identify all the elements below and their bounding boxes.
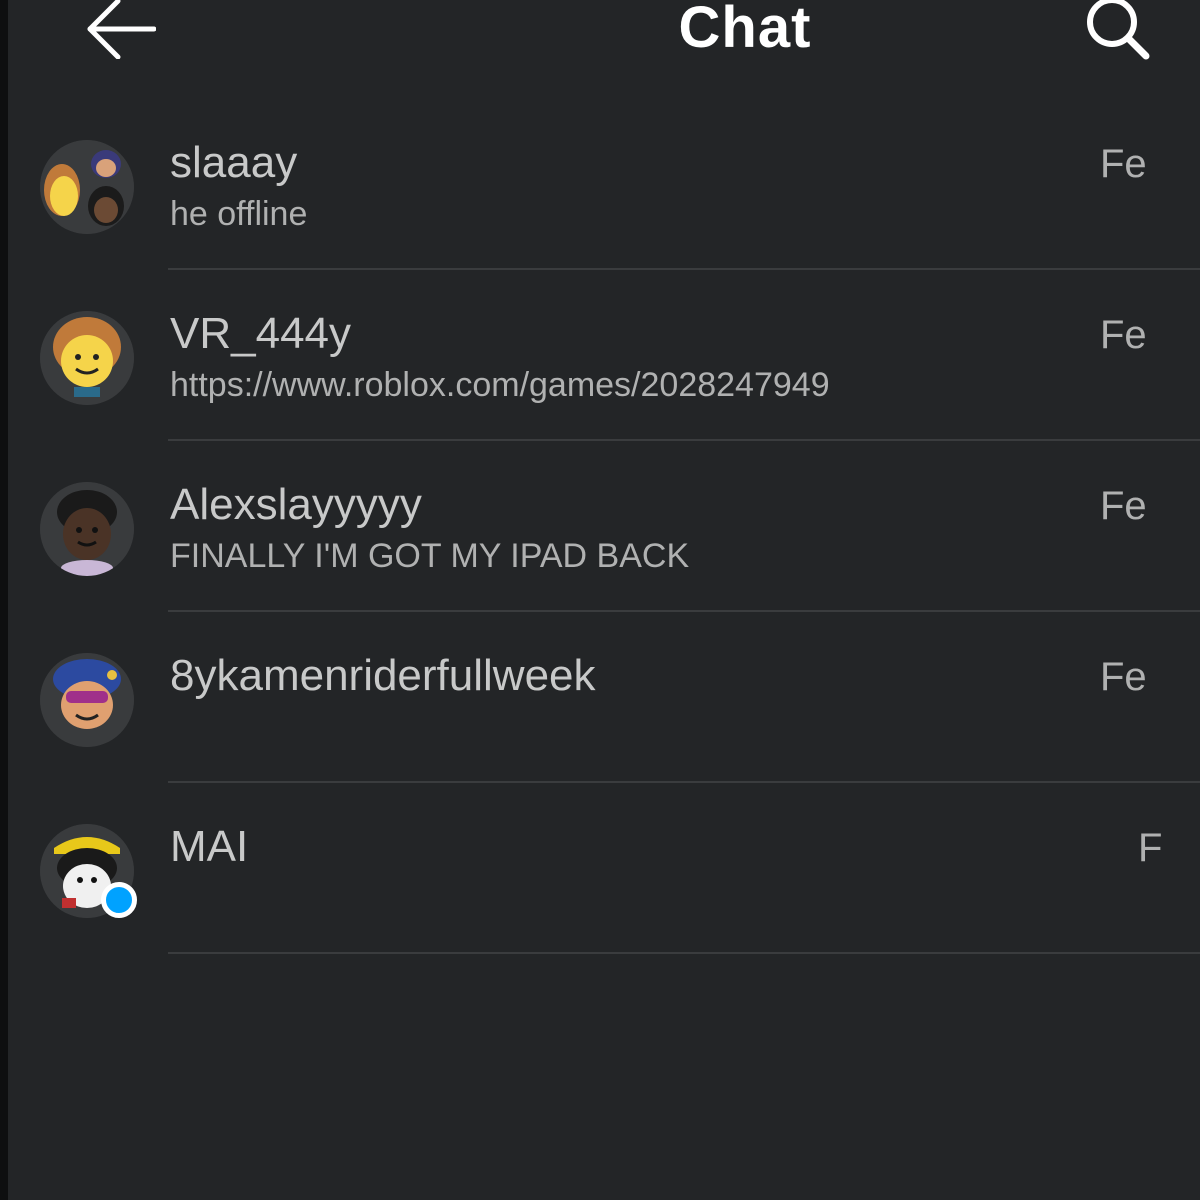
conversation-row[interactable]: Alexslayyyyy FINALLY I'M GOT MY IPAD BAC… bbox=[0, 442, 1200, 613]
conversation-row[interactable]: 8ykamenriderfullweek Fe bbox=[0, 613, 1200, 784]
search-button[interactable] bbox=[1078, 0, 1158, 64]
row-divider bbox=[168, 268, 1200, 270]
user-avatar bbox=[40, 311, 134, 405]
conversation-date: Fe bbox=[1100, 313, 1147, 357]
user-avatar bbox=[40, 653, 134, 747]
page-title: Chat bbox=[678, 0, 812, 60]
conversation-date: Fe bbox=[1100, 655, 1147, 699]
conversation-name: slaaay bbox=[170, 138, 298, 187]
conversation-date: Fe bbox=[1100, 484, 1147, 528]
conversation-row[interactable]: slaaay he offline Fe bbox=[0, 100, 1200, 271]
conversation-name: Alexslayyyyy bbox=[170, 480, 422, 529]
conversation-date: Fe bbox=[1100, 142, 1147, 186]
chat-screen: Chat slaaay he offline Fe VR_444y https:… bbox=[0, 0, 1200, 1200]
group-avatar bbox=[40, 140, 134, 234]
row-divider bbox=[168, 952, 1200, 954]
online-status-dot bbox=[101, 882, 137, 918]
conversation-name: 8ykamenriderfullweek bbox=[170, 651, 596, 700]
conversation-date: F bbox=[1138, 826, 1163, 870]
conversation-preview: he offline bbox=[170, 195, 308, 233]
conversation-name: VR_444y bbox=[170, 309, 352, 358]
conversation-name: MAI bbox=[170, 822, 249, 871]
row-divider bbox=[168, 439, 1200, 441]
row-divider bbox=[168, 781, 1200, 783]
conversation-preview: https://www.roblox.com/games/2028247949 bbox=[170, 366, 830, 404]
conversation-preview: FINALLY I'M GOT MY IPAD BACK bbox=[170, 537, 690, 575]
conversation-row[interactable]: MAI F bbox=[0, 784, 1200, 955]
user-avatar bbox=[40, 482, 134, 576]
row-divider bbox=[168, 610, 1200, 612]
search-icon bbox=[1087, 0, 1150, 60]
conversation-row[interactable]: VR_444y https://www.roblox.com/games/202… bbox=[0, 271, 1200, 442]
top-bar: Chat bbox=[0, 0, 1200, 60]
